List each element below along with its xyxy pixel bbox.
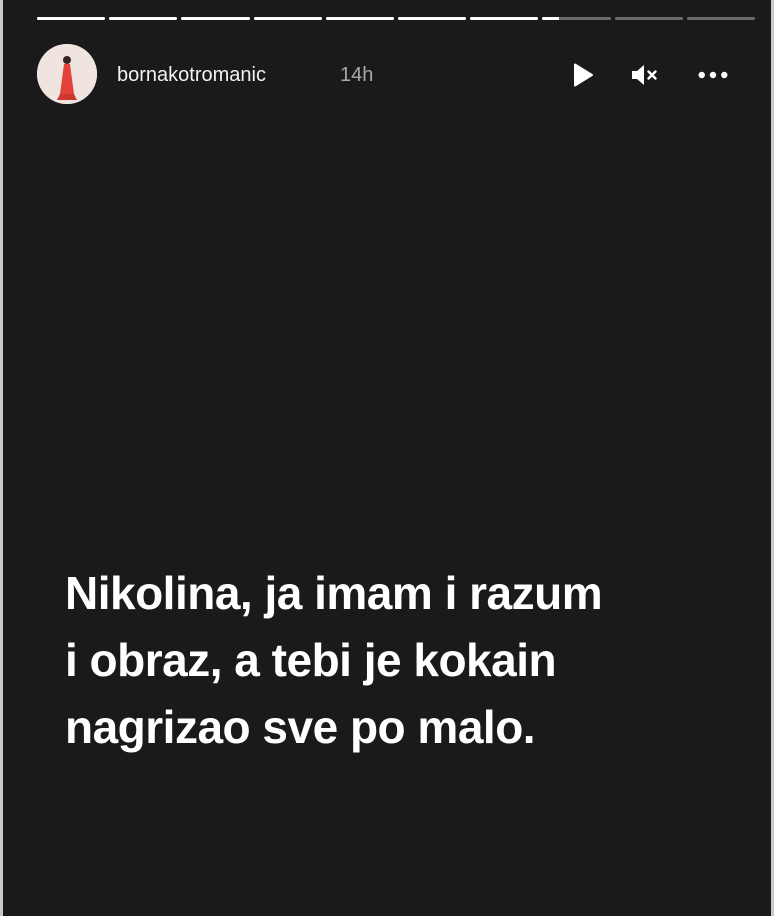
progress-segment	[398, 17, 467, 20]
story-progress-bar	[37, 17, 756, 20]
progress-segment	[181, 17, 250, 20]
progress-segment	[614, 17, 683, 20]
caption-line: nagrizao sve po malo.	[65, 701, 536, 753]
progress-segment-fill	[542, 17, 560, 20]
progress-segment-fill	[37, 17, 106, 20]
progress-segment-fill	[181, 17, 250, 20]
progress-segment-fill	[398, 17, 467, 20]
story-caption: Nikolina, ja imam i razum i obraz, a tebi…	[65, 560, 745, 761]
progress-segment-fill	[470, 17, 539, 20]
progress-segment-fill	[325, 17, 395, 20]
timestamp: 14h	[340, 64, 374, 86]
username[interactable]: bornakotromanic	[117, 63, 266, 87]
speaker-muted-icon	[632, 65, 657, 85]
avatar[interactable]	[37, 44, 97, 104]
progress-segment	[109, 17, 178, 20]
avatar-image	[37, 44, 97, 104]
progress-segment	[542, 17, 611, 20]
play-button[interactable]	[567, 60, 599, 90]
mute-button[interactable]	[629, 60, 661, 90]
story-viewer: bornakotromanic 14h Nikolina, ja imam i …	[3, 0, 771, 916]
progress-segment	[470, 17, 539, 20]
progress-segment	[253, 17, 322, 20]
progress-segment	[686, 17, 756, 20]
progress-segment	[37, 17, 106, 20]
more-options-button[interactable]	[697, 60, 729, 90]
caption-line: Nikolina, ja imam i razum	[65, 567, 603, 619]
more-horizontal-icon	[698, 71, 728, 79]
progress-segment-fill	[253, 17, 322, 20]
story-header: bornakotromanic 14h	[37, 44, 737, 106]
progress-segment	[325, 17, 395, 20]
play-icon	[574, 63, 593, 87]
progress-segment-fill	[109, 17, 178, 20]
caption-line: i obraz, a tebi je kokain	[65, 634, 557, 686]
